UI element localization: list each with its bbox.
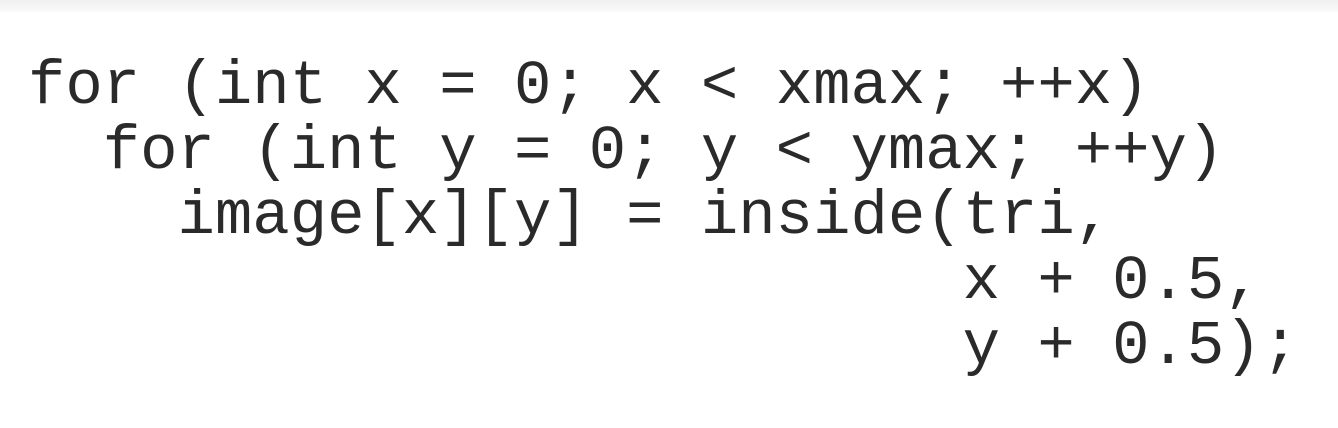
code-line: x + 0.5, [28,246,1262,317]
code-block: for (int x = 0; x < xmax; ++x) for (int … [28,54,1299,379]
code-line: for (int x = 0; x < xmax; ++x) [28,51,1150,122]
code-line: y + 0.5); [28,311,1300,382]
code-line: image[x][y] = inside(tri, [28,181,1113,252]
code-line: for (int y = 0; y < ymax; ++y) [28,116,1225,187]
top-bar [0,0,1338,12]
